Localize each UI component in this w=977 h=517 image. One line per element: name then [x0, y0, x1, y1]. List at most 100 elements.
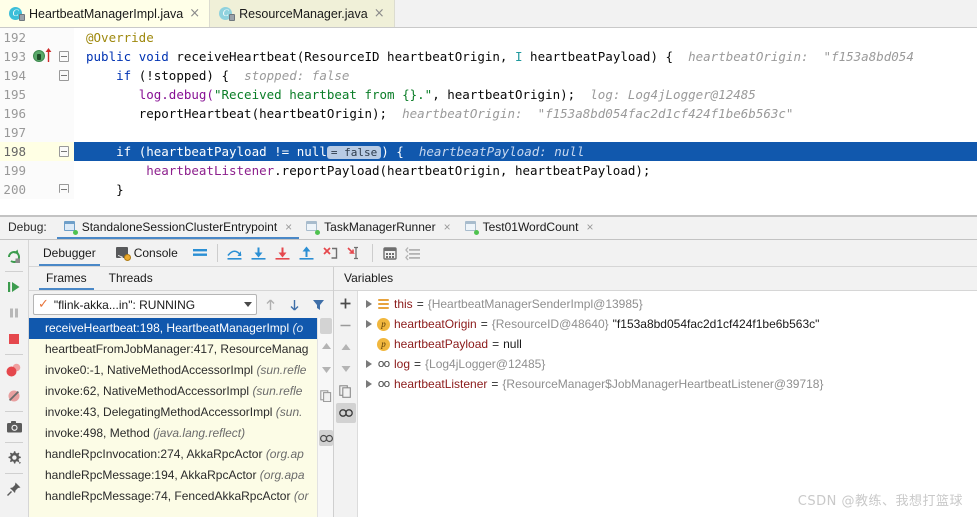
expand-arrow-icon[interactable] [362, 360, 376, 368]
rerun-icon[interactable] [2, 243, 26, 269]
fold-gutter[interactable] [54, 161, 74, 180]
fold-gutter[interactable] [54, 142, 74, 161]
gutter-markers[interactable] [30, 142, 54, 161]
settings-gear-icon[interactable] [2, 445, 26, 471]
tab-console[interactable]: Console [106, 240, 188, 271]
variable-row[interactable]: p heartbeatOrigin = {ResourceID@48640} "… [358, 314, 977, 334]
watches-icon[interactable] [335, 403, 356, 423]
move-up-icon[interactable] [260, 294, 281, 315]
evaluate-expression-icon[interactable] [378, 242, 402, 264]
variable-row[interactable]: oo heartbeatListener = {ResourceManager$… [358, 374, 977, 394]
copy-value-icon[interactable] [336, 381, 356, 401]
move-watch-up-icon[interactable] [336, 337, 356, 357]
close-icon[interactable]: × [444, 216, 451, 239]
stop-icon[interactable] [2, 326, 26, 352]
fold-gutter[interactable] [54, 123, 74, 142]
code-editor[interactable]: 192 @Override 193 public void receiveHea… [0, 28, 977, 216]
implementing-method-icon[interactable] [33, 50, 45, 62]
frame-item[interactable]: invoke0:-1, NativeMethodAccessorImpl (su… [29, 360, 333, 381]
mute-breakpoints-icon[interactable] [2, 383, 26, 409]
gutter-markers[interactable] [30, 85, 54, 104]
fold-marker-icon[interactable] [59, 146, 69, 157]
tab-frames[interactable]: Frames [35, 267, 98, 290]
force-step-into-icon[interactable] [271, 242, 295, 264]
frame-item[interactable]: handleRpcMessage:194, AkkaRpcActor (org.… [29, 465, 333, 486]
frames-scrollbar[interactable] [317, 318, 333, 517]
view-breakpoints-icon[interactable] [2, 357, 26, 383]
scroll-down-icon[interactable] [319, 362, 333, 378]
drop-frame-icon[interactable] [319, 242, 343, 264]
editor-tab-resourcemanager[interactable]: C ResourceManager.java × [210, 0, 395, 27]
fold-gutter[interactable] [54, 180, 74, 199]
keyword-token: if [116, 68, 132, 83]
expand-arrow-icon[interactable] [362, 380, 376, 388]
copy-stack-icon[interactable] [319, 388, 333, 404]
code-token: } [116, 182, 124, 197]
fold-marker-icon[interactable] [59, 70, 69, 81]
step-out-icon[interactable] [295, 242, 319, 264]
code-token: receiveHeartbeat(ResourceID heartbeatOri… [168, 49, 515, 64]
filter-icon[interactable] [308, 294, 329, 315]
pin-tab-icon[interactable] [2, 476, 26, 502]
fold-gutter[interactable] [54, 66, 74, 85]
frame-item[interactable]: handleRpcInvocation:274, AkkaRpcActor (o… [29, 444, 333, 465]
scrollbar-thumb[interactable] [320, 318, 332, 334]
watches-toggle-icon[interactable] [319, 430, 333, 446]
step-into-icon[interactable] [247, 242, 271, 264]
thread-selector-dropdown[interactable]: ✓ "flink-akka...in": RUNNING [33, 294, 257, 315]
move-down-icon[interactable] [284, 294, 305, 315]
fold-gutter[interactable] [54, 47, 74, 66]
run-tab-test01wordcount[interactable]: Test01WordCount × [458, 216, 601, 239]
frames-list[interactable]: receiveHeartbeat:198, HeartbeatManagerIm… [29, 318, 333, 517]
chevron-down-icon[interactable] [244, 302, 252, 307]
expand-arrow-icon[interactable] [362, 300, 376, 308]
tab-threads[interactable]: Threads [98, 267, 164, 290]
tab-debugger[interactable]: Debugger [33, 240, 106, 266]
move-watch-down-icon[interactable] [336, 359, 356, 379]
gutter-markers[interactable] [30, 123, 54, 142]
add-watch-icon[interactable] [336, 293, 356, 313]
scroll-up-icon[interactable] [319, 338, 333, 354]
inline-value-badge[interactable]: = false [326, 146, 382, 159]
frame-item[interactable]: receiveHeartbeat:198, HeartbeatManagerIm… [29, 318, 333, 339]
fold-gutter[interactable] [54, 28, 74, 47]
fold-gutter[interactable] [54, 104, 74, 123]
settings-list-icon[interactable] [402, 242, 426, 264]
close-icon[interactable]: × [188, 7, 201, 20]
gutter-markers[interactable] [30, 180, 54, 199]
camera-snapshot-icon[interactable] [2, 414, 26, 440]
close-icon[interactable]: × [285, 216, 292, 239]
step-over-icon[interactable] [223, 242, 247, 264]
frame-item[interactable]: invoke:43, DelegatingMethodAccessorImpl … [29, 402, 333, 423]
run-tab-taskmanagerrunner[interactable]: TaskManagerRunner × [299, 216, 457, 239]
gutter-markers[interactable] [30, 161, 54, 180]
close-icon[interactable]: × [586, 216, 593, 239]
gutter-markers[interactable] [30, 28, 54, 47]
frame-item[interactable]: invoke:62, NativeMethodAccessorImpl (sun… [29, 381, 333, 402]
frame-item[interactable]: handleRpcMessage:74, FencedAkkaRpcActor … [29, 486, 333, 507]
toolbar-divider [5, 442, 23, 443]
run-to-cursor-icon[interactable] [343, 242, 367, 264]
fold-gutter[interactable] [54, 85, 74, 104]
run-tab-standalonesessionclusterentrypoint[interactable]: StandaloneSessionClusterEntrypoint × [56, 216, 300, 239]
gutter-markers[interactable] [30, 47, 54, 66]
resume-program-icon[interactable] [2, 274, 26, 300]
gutter-markers[interactable] [30, 104, 54, 123]
editor-tab-heartbeatmanagerimpl[interactable]: C HeartbeatManagerImpl.java × [0, 0, 211, 27]
layout-icon[interactable] [188, 242, 212, 264]
code-token: reportHeartbeat(heartbeatOrigin); [138, 106, 388, 121]
variable-row[interactable]: this = {HeartbeatManagerSenderImpl@13985… [358, 294, 977, 314]
gutter-markers[interactable] [30, 66, 54, 85]
variables-list[interactable]: this = {HeartbeatManagerSenderImpl@13985… [358, 291, 977, 517]
close-icon[interactable]: × [373, 7, 386, 20]
pause-program-icon[interactable] [2, 300, 26, 326]
expand-arrow-icon[interactable] [362, 320, 376, 328]
frame-item[interactable]: heartbeatFromJobManager:417, ResourceMan… [29, 339, 333, 360]
fold-marker-icon[interactable] [59, 51, 69, 62]
variable-row[interactable]: oo log = {Log4jLogger@12485} [358, 354, 977, 374]
variable-row[interactable]: p heartbeatPayload = null [358, 334, 977, 354]
annotation-token: @Override [86, 30, 154, 45]
remove-watch-icon[interactable] [336, 315, 356, 335]
fold-marker-icon[interactable] [59, 184, 69, 193]
frame-item[interactable]: invoke:498, Method (java.lang.reflect) [29, 423, 333, 444]
